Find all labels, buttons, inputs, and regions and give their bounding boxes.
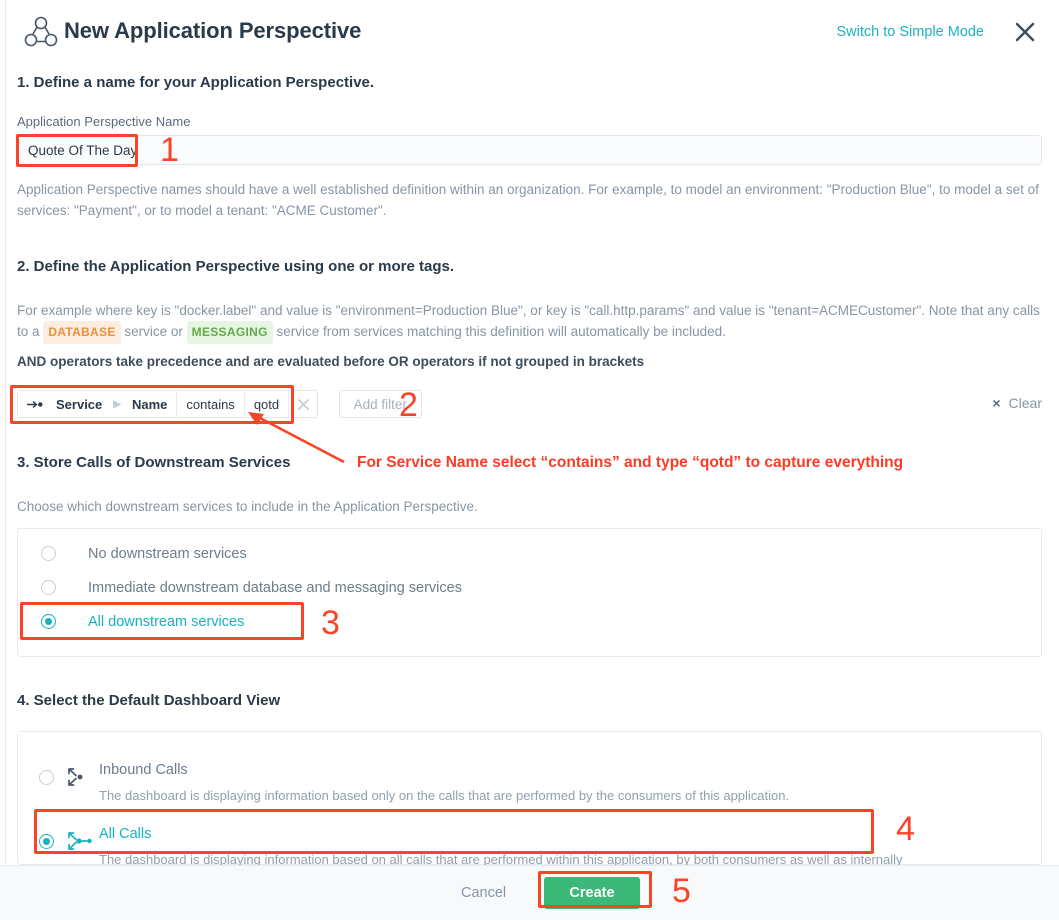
perspective-name-input[interactable]: [17, 135, 1042, 165]
clear-icon: ×: [992, 395, 1001, 411]
new-application-perspective-dialog: New Application Perspective Switch to Si…: [0, 0, 1059, 920]
filter-attribute-label: Name: [131, 396, 168, 412]
radio-option-label: No downstream services: [88, 546, 247, 562]
and-or-precedence-note: AND operators take precedence and are ev…: [17, 354, 645, 369]
perspective-nodes-icon: [24, 16, 58, 48]
switch-to-simple-mode-link[interactable]: Switch to Simple Mode: [837, 24, 984, 40]
step1-helper: Application Perspective names should hav…: [17, 179, 1047, 221]
radio-option-no-downstream[interactable]: No downstream services: [41, 546, 247, 562]
filter-value-segment[interactable]: qotd: [245, 391, 290, 417]
step2-title: 2. Define the Application Perspective us…: [17, 258, 455, 275]
messaging-badge: MESSAGING: [186, 321, 273, 344]
radio-icon[interactable]: [41, 580, 56, 595]
radio-option-description: The dashboard is displaying information …: [99, 788, 790, 803]
dialog-header: New Application Perspective Switch to Si…: [0, 0, 1059, 62]
chevron-right-icon: ▶: [113, 398, 121, 410]
filter-remove-icon[interactable]: [289, 391, 317, 417]
add-filter-button[interactable]: Add filter: [338, 390, 422, 418]
page-title: New Application Perspective: [64, 18, 362, 43]
radio-option-label: All downstream services: [88, 614, 245, 630]
step2-helper-b-pre: a: [32, 324, 40, 339]
step1-helper-line1: Application Perspective names should hav…: [17, 182, 1039, 197]
step1-helper-line2: services: "Payment", or to model a tenan…: [17, 203, 387, 218]
step2-helper-b-post: service from services matching this defi…: [276, 324, 726, 339]
annotation-callout-text: For Service Name select “contains” and t…: [357, 454, 904, 471]
filter-entity-label: Service: [56, 396, 103, 412]
database-badge: DATABASE: [43, 321, 121, 344]
clear-filters-button[interactable]: × Clear: [992, 395, 1042, 411]
radio-option-label: All Calls: [99, 826, 152, 842]
create-button[interactable]: Create: [544, 877, 640, 909]
radio-option-inbound-calls[interactable]: Inbound Calls The dashboard is displayin…: [39, 762, 1019, 805]
radio-option-all-calls[interactable]: All Calls The dashboard is displaying in…: [39, 826, 1019, 869]
step1-title: 1. Define a name for your Application Pe…: [17, 74, 375, 91]
radio-option-label: Inbound Calls: [99, 762, 188, 778]
radio-icon[interactable]: [39, 834, 54, 849]
radio-icon[interactable]: [41, 546, 56, 561]
step4-title: 4. Select the Default Dashboard View: [17, 692, 281, 709]
step2-helper-b-mid: service or: [124, 324, 183, 339]
radio-icon[interactable]: [41, 614, 56, 629]
dialog-footer: Cancel Create: [0, 865, 1059, 920]
step3-subtitle: Choose which downstream services to incl…: [17, 499, 478, 514]
cancel-button[interactable]: Cancel: [461, 885, 506, 901]
filter-row: Service ▶ Name contains qotd Add filter: [17, 390, 422, 418]
all-calls-icon: [67, 830, 93, 852]
filter-operator-segment[interactable]: contains: [177, 391, 245, 417]
radio-option-label: Immediate downstream database and messag…: [88, 580, 462, 596]
step3-title: 3. Store Calls of Downstream Services: [17, 454, 291, 471]
clear-label: Clear: [1008, 395, 1042, 411]
radio-option-all-downstream[interactable]: All downstream services: [41, 614, 244, 630]
perspective-name-label: Application Perspective Name: [17, 114, 191, 129]
filter-chip[interactable]: Service ▶ Name contains qotd: [17, 390, 319, 418]
inbound-calls-icon: [67, 766, 89, 788]
filter-entity-segment[interactable]: Service ▶ Name: [18, 391, 178, 417]
step2-helper: For example where key is "docker.label" …: [17, 300, 1047, 344]
radio-icon[interactable]: [39, 770, 54, 785]
radio-option-immediate-downstream[interactable]: Immediate downstream database and messag…: [41, 580, 462, 596]
left-edge-divider: [5, 0, 6, 920]
downstream-services-card: No downstream services Immediate downstr…: [17, 528, 1042, 657]
default-dashboard-view-card: Inbound Calls The dashboard is displayin…: [17, 731, 1042, 867]
call-direction-icon: [27, 400, 43, 409]
close-icon[interactable]: [1013, 20, 1037, 44]
